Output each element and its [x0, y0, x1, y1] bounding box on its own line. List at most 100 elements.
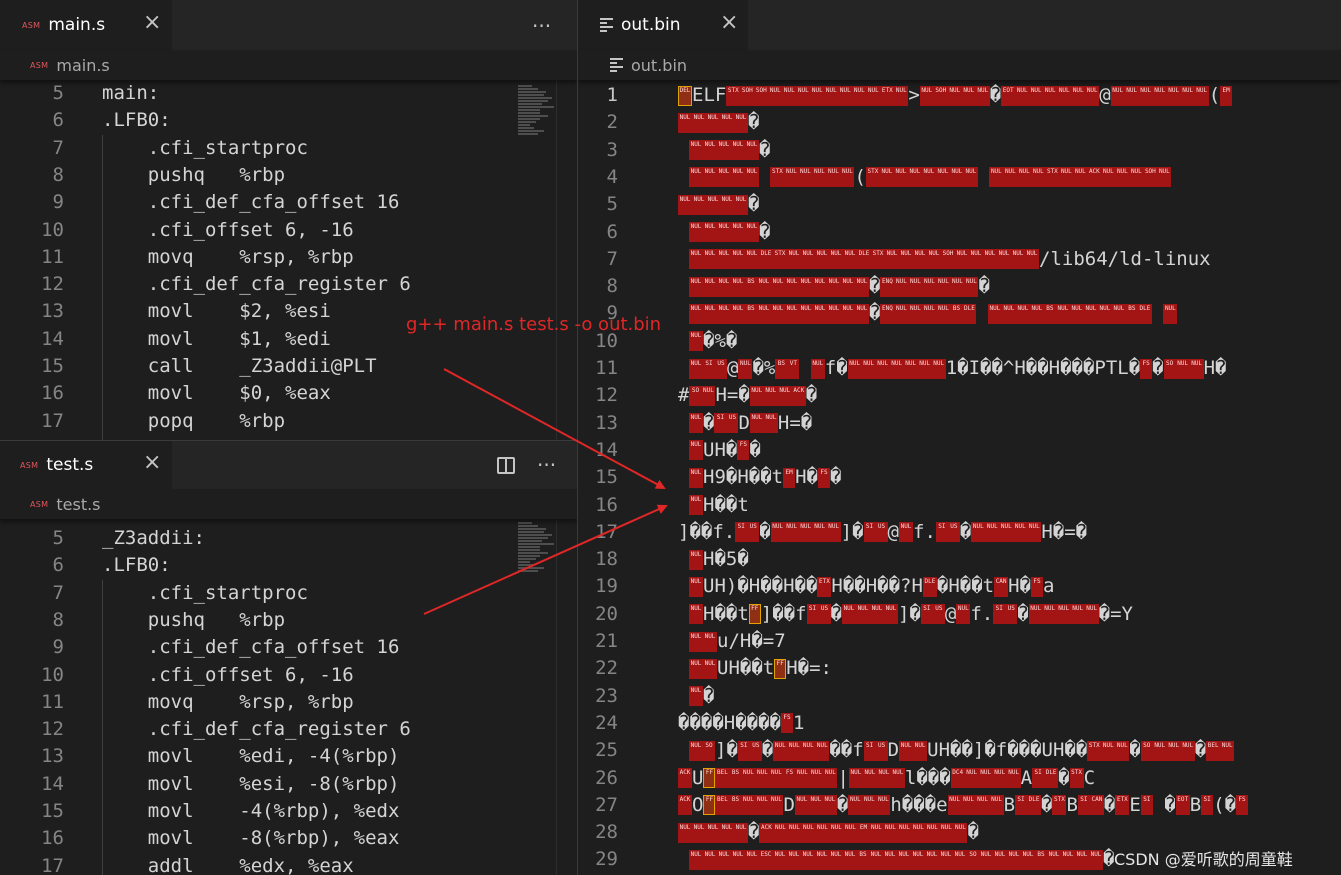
breadcrumb-item[interactable]: out.bin [631, 56, 687, 75]
binary-chars: � [759, 520, 771, 543]
control-char: NUL [773, 849, 787, 870]
control-char: NUL [947, 795, 962, 816]
control-char: SI [993, 604, 1006, 625]
code-line[interactable]: 4 NUL NUL NUL NUL NUL STX NUL NUL NUL NUL NUL(STX… [578, 164, 1341, 191]
control-char: NUL [785, 303, 799, 324]
control-char: NUL [875, 358, 890, 379]
minimap-line [518, 558, 536, 560]
more-actions-icon[interactable]: ··· [537, 453, 556, 477]
code-line[interactable]: 7 .cfi_startproc [0, 135, 510, 162]
code-line[interactable]: 7 .cfi_startproc [0, 580, 510, 607]
code-line[interactable]: 9 .cfi_def_cfa_offset 16 [0, 189, 510, 216]
code-line[interactable]: 13 NUL � SI US D NUL NUL H=� [578, 410, 1341, 437]
close-icon[interactable]: × [143, 12, 161, 34]
code-line[interactable]: 19 NUL UH)�H��H�� ETX H��H��?H DLE �H��t CAN H�… [578, 573, 1341, 600]
line-number: 21 [595, 630, 618, 652]
code-line[interactable]: 10 .cfi_offset 6, -16 [0, 217, 510, 244]
code-line[interactable]: 6 NUL NUL NUL NUL NUL � [578, 219, 1341, 246]
code-line[interactable]: 3 NUL NUL NUL NUL NUL � [578, 137, 1341, 164]
code-line[interactable]: 6 .LFB0: [0, 107, 510, 134]
code-area[interactable]: 5 main: 6 .LFB0: 7 .cfi_startproc 8 pushq %rb… [0, 80, 510, 440]
code-line[interactable]: 28 NUL NUL NUL NUL NUL � ACK NUL NUL NUL NUL NUL NUL E… [578, 819, 1341, 846]
code-line[interactable]: 22 NUL NUL UH��t FF H�=: [578, 655, 1341, 682]
tab-out-bin[interactable]: out.bin × [578, 0, 748, 50]
code-line[interactable]: 17 popq %rbp [0, 408, 510, 435]
line-number: 19 [595, 575, 618, 598]
control-char: NUL [961, 795, 976, 816]
binary-code-area[interactable]: 1 DEL ELF STX SOH SOH NUL NUL NUL NUL NUL NUL NUL NUL… [578, 82, 1341, 875]
control-char: NUL [785, 276, 799, 297]
code-line[interactable]: 6 .LFB0: [0, 552, 510, 579]
control-char: NUL [689, 331, 703, 352]
control-char: NUL [1085, 85, 1100, 106]
control-char: NUL [1059, 167, 1074, 188]
code-line[interactable]: 15 movl -4(%rbp), %edx [0, 798, 510, 825]
code-area[interactable]: 5 _Z3addii: 6 .LFB0: 7 .cfi_startproc 8 pushq… [0, 525, 510, 875]
code-line[interactable]: 12 # SO NUL H=� NUL NUL NUL ACK � [578, 382, 1341, 409]
code-line[interactable]: 9 .cfi_def_cfa_offset 16 [0, 634, 510, 661]
code-line[interactable]: 21 NUL NUL u/H�=7 [578, 628, 1341, 655]
control-char: NUL [939, 822, 954, 843]
more-actions-icon[interactable]: ··· [532, 14, 551, 38]
split-editor-icon[interactable] [497, 456, 515, 474]
control-char: NUL [987, 303, 1002, 324]
control-char: US [875, 740, 888, 761]
code-line[interactable]: 23 NUL � [578, 683, 1341, 710]
code-line[interactable]: 2 NUL NUL NUL NUL NUL � [578, 109, 1341, 136]
control-char: NUL [771, 276, 785, 297]
code-line[interactable]: 14 NUL UH� FS � [578, 437, 1341, 464]
code-line[interactable]: 5 main: [0, 80, 510, 107]
code-line[interactable]: 16 movl $0, %eax [0, 380, 510, 407]
line-number: 14 [595, 438, 618, 461]
code-line[interactable]: 8 pushq %rbp [0, 607, 510, 634]
code-line[interactable]: 8 pushq %rbp [0, 162, 510, 189]
code-line[interactable]: 27 ACK O FF BEL BS NUL NUL NUL D NUL NUL NUL � NUL NUL N… [578, 792, 1341, 819]
close-icon[interactable]: × [143, 452, 161, 474]
binary-chars: ]��f. [678, 520, 736, 543]
tab-test-s[interactable]: ASM test.s × [0, 441, 172, 489]
code-line[interactable]: 16 NUL H��t [578, 492, 1341, 519]
code-line[interactable]: 7 NUL NUL NUL NUL NUL DLE STX NUL NUL NUL NUL NUL DL… [578, 246, 1341, 273]
breadcrumb-item[interactable]: test.s [56, 495, 100, 514]
code-line[interactable]: 14 movl %esi, -8(%rbp) [0, 771, 510, 798]
control-char: NUL [999, 522, 1014, 543]
control-char: NUL [777, 385, 792, 406]
code-line[interactable]: 25 NUL SO]� SI US � NUL NUL NUL NUL ��f SI US D NUL NU… [578, 737, 1341, 764]
code-line[interactable]: 11 movq %rsp, %rbp [0, 689, 510, 716]
code-line[interactable]: 15 NUL H9�H��t EM H� FS � [578, 464, 1341, 491]
code-line[interactable]: 1 DEL ELF STX SOH SOH NUL NUL NUL NUL NUL NUL NUL NUL… [578, 82, 1341, 109]
code-line[interactable]: 17 addl %edx, %eax [0, 853, 510, 875]
breadcrumb-item[interactable]: main.s [56, 56, 109, 75]
code-line[interactable]: 12 .cfi_def_cfa_register 6 [0, 716, 510, 743]
code-line[interactable]: 20 NUL H��t FF]��f SI US � NUL NUL NUL NUL]� SI US @… [578, 601, 1341, 628]
code-line[interactable]: 10 NUL �%� [578, 328, 1341, 355]
code-line[interactable]: 11 NUL SI US @ NUL �% BS VT NUL f� NUL NUL NUL NUL NU… [578, 355, 1341, 382]
control-char: NUL [1124, 85, 1139, 106]
control-char: NUL [799, 303, 813, 324]
code-line[interactable]: 5 NUL NUL NUL NUL NUL � [578, 191, 1341, 218]
code-line[interactable]: 13 movl %edi, -4(%rbp) [0, 743, 510, 770]
control-char: NUL [894, 303, 909, 324]
control-char: NUL [689, 631, 703, 652]
tab-main-s[interactable]: ASM main.s × [0, 0, 172, 50]
code-line[interactable]: 9 NUL NUL NUL NUL BS NUL NUL NUL NUL NUL NUL NUL NUL… [578, 300, 1341, 327]
code-line[interactable]: 16 movl -8(%rbp), %eax [0, 825, 510, 852]
test-editor-group: ASM test.s × ··· ASM test.s 5 _Z3addii: 6.… [0, 440, 577, 875]
code-line[interactable]: 10 .cfi_offset 6, -16 [0, 662, 510, 689]
code-line[interactable]: 15 call _Z3addii@PLT [0, 353, 510, 380]
code-line[interactable]: 24 ����H���� FS 1 [578, 710, 1341, 737]
control-char: NUL [956, 604, 971, 625]
code-line[interactable]: 17]��f. SI US � NUL NUL NUL NUL NUL]� SI US @ NUL f. S… [578, 519, 1341, 546]
line-number: 9 [52, 191, 64, 214]
control-char: NUL [961, 85, 976, 106]
control-char: NUL [964, 768, 979, 788]
code-text: .cfi_offset 6, -16 [102, 218, 354, 241]
code-line[interactable]: 18 NUL H�5� [578, 546, 1341, 573]
close-icon[interactable]: × [720, 12, 738, 34]
code-line[interactable]: 12 .cfi_def_cfa_register 6 [0, 271, 510, 298]
code-line[interactable]: 5 _Z3addii: [0, 525, 510, 552]
code-line[interactable]: 8 NUL NUL NUL NUL BS NUL NUL NUL NUL NUL NUL NUL NUL… [578, 273, 1341, 300]
binary-chars: D [738, 411, 750, 434]
code-line[interactable]: 11 movq %rsp, %rbp [0, 244, 510, 271]
code-line[interactable]: 26 ACK U FF BEL BS NUL NUL NUL FS NUL NUL NUL | NUL NUL… [578, 765, 1341, 792]
